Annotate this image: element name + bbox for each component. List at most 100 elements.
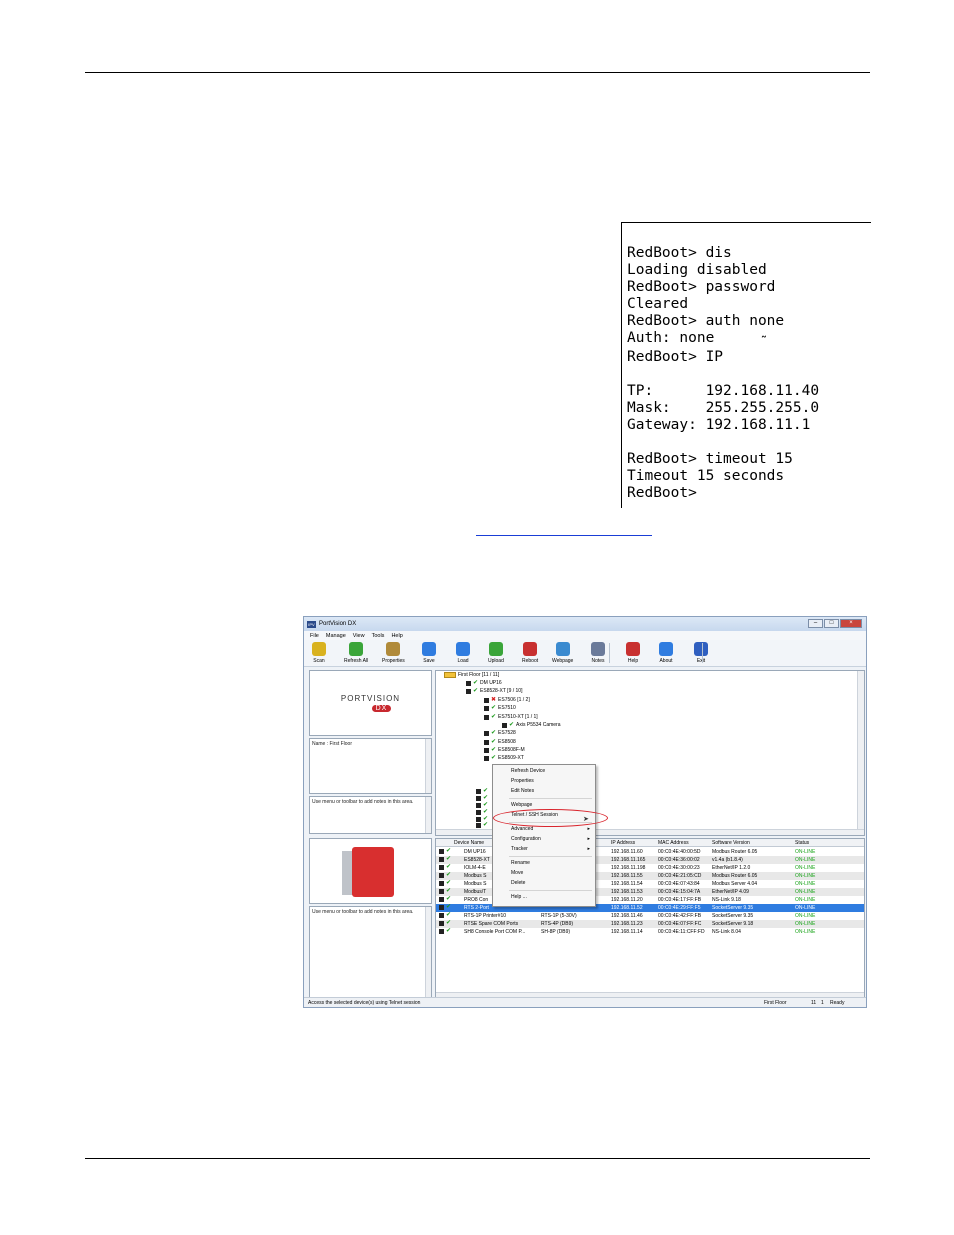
minimize-button[interactable]: – [808, 619, 823, 628]
maximize-button[interactable]: □ [824, 619, 839, 628]
context-item-edit-notes[interactable]: Edit Notes [511, 788, 534, 794]
menu-manage[interactable]: Manage [326, 633, 346, 639]
context-item-move[interactable]: Move [511, 870, 523, 876]
context-item-advanced[interactable]: Advanced [511, 826, 533, 832]
terminal-line: RedBoot> IP [627, 349, 724, 365]
app-logo-icon: IPV [307, 620, 316, 628]
tree-node[interactable]: ✖ ES7506 [1 / 2] [484, 697, 530, 703]
tree-node-partial[interactable]: ✔ [476, 809, 488, 815]
webpage-icon [555, 642, 570, 656]
tree-node[interactable]: ✔ DM UP16 [466, 680, 502, 686]
cell-ip: 192.168.11.54 [611, 881, 643, 887]
toolbar-upload-button[interactable]: Upload [488, 642, 504, 664]
menu-tools[interactable]: Tools [372, 633, 385, 639]
tree-node[interactable]: ✔ ES7528 [484, 730, 516, 736]
context-item-rename[interactable]: Rename [511, 860, 530, 866]
toolbar-scan-button[interactable]: Scan [312, 642, 326, 664]
toolbar-notes-button[interactable]: Notes [591, 642, 605, 664]
menu-help[interactable]: Help [391, 633, 402, 639]
load-icon [456, 642, 470, 656]
footer-rule [85, 1158, 870, 1159]
column-header[interactable]: IP Address [611, 840, 635, 846]
context-item-properties[interactable]: Properties [511, 778, 534, 784]
tree-node[interactable]: ✔ ES7510 [484, 705, 516, 711]
toolbar-refresh-all-button[interactable]: Refresh All [344, 642, 368, 664]
status-count-b: 1 [821, 1000, 824, 1006]
terminal-line: RedBoot> password [627, 279, 776, 295]
device-icon [439, 865, 444, 870]
status-message: Access the selected device(s) using Teln… [308, 1000, 421, 1006]
toolbar-help-button[interactable]: Help [626, 642, 640, 664]
column-header[interactable]: Software Version [712, 840, 750, 846]
menu-file[interactable]: File [310, 633, 319, 639]
toolbar-exit-button[interactable]: Exit [694, 642, 708, 664]
status-state: Ready [830, 1000, 845, 1006]
notes-scrollbar[interactable] [425, 797, 431, 833]
toolbar-load-button[interactable]: Load [456, 642, 470, 664]
check-icon: ✔ [446, 856, 452, 862]
tree-node[interactable]: ✔ ES8509-XT [484, 755, 524, 761]
tree-node-partial[interactable]: ✔ [476, 802, 488, 808]
cell-status: ON-LINE [795, 913, 816, 919]
cell-status: ON-LINE [795, 905, 816, 911]
tree-node[interactable]: First Floor [11 / 11] [444, 672, 499, 678]
close-button[interactable]: × [840, 619, 862, 628]
terminal-line: Auth: none [627, 330, 715, 346]
column-header[interactable]: MAC Address [658, 840, 689, 846]
tree-node[interactable]: ✔ Axis P5534 Camera [502, 722, 561, 728]
notes-panel-bottom[interactable]: Use menu or toolbar to add notes in this… [309, 906, 432, 1000]
table-row[interactable]: ✔ SH8 Console Port COM P... SH-8P (DB9) 192… [436, 928, 864, 936]
check-icon: ✔ [473, 687, 479, 694]
tree-node-partial[interactable]: ✔ [476, 788, 488, 794]
tree-node[interactable]: ✔ ES8508 [484, 739, 516, 745]
cell-name: PRO8 Con [464, 897, 489, 903]
tree-node-partial[interactable]: ✔ [476, 795, 489, 801]
toolbar-about-button[interactable]: About [659, 642, 673, 664]
device-icon [476, 823, 481, 828]
cell-ip: 192.168.11.198 [611, 865, 646, 871]
table-row[interactable]: ✔ RTS-1P Printer#10 RTS-1P (5-30V) 192.168.… [436, 912, 864, 920]
context-item-help[interactable]: Help ... [511, 894, 527, 900]
column-header[interactable]: Status [795, 840, 809, 846]
context-item-webpage[interactable]: Webpage [511, 802, 532, 808]
toolbar-save-button[interactable]: Save [422, 642, 436, 664]
check-icon: ✔ [491, 746, 497, 753]
cell-name: Modbus/T [464, 889, 487, 895]
menu-view[interactable]: View [353, 633, 365, 639]
toolbar-reboot-button[interactable]: Reboot [522, 642, 538, 664]
check-icon: ✔ [446, 920, 452, 926]
toolbar-properties-button[interactable]: Properties [382, 642, 405, 664]
tree-node[interactable]: ✔ ES8528-XT [9 / 10] [466, 688, 522, 694]
toolbar-webpage-button[interactable]: Webpage [552, 642, 573, 664]
cell-mac: 00:C0:4E:17:FF:FB [658, 897, 702, 903]
check-icon: ✔ [491, 754, 497, 761]
toolbar-label: Reboot [522, 658, 539, 664]
tree-scrollbar[interactable] [857, 671, 864, 835]
tree-node-partial[interactable]: ✔ [476, 822, 489, 828]
context-item-tracker[interactable]: Tracker [511, 846, 528, 852]
column-header[interactable]: Device Name [454, 840, 484, 846]
check-icon: ✔ [483, 822, 489, 828]
check-icon: ✔ [446, 848, 452, 854]
notes-bottom-scrollbar[interactable] [425, 907, 431, 999]
table-row[interactable]: ✔ RTSE Spare COM Ports RTS-4P (DB9) 192.168… [436, 920, 864, 928]
terminal-cursor: ˜ [760, 335, 768, 350]
device-icon [466, 688, 471, 694]
cell-model: SH-8P (DB9) [541, 929, 571, 935]
context-item-delete[interactable]: Delete [511, 880, 525, 886]
cell-ip: 192.168.11.55 [611, 873, 643, 879]
cell-sw: SocketServer 9.35 [712, 905, 754, 911]
context-item-refresh-device[interactable]: Refresh Device [511, 768, 545, 774]
hyperlink[interactable] [476, 528, 652, 540]
check-icon: ✔ [483, 795, 489, 801]
context-item-configuration[interactable]: Configuration [511, 836, 541, 842]
properties-scrollbar[interactable] [425, 739, 431, 793]
header-rule [85, 72, 870, 73]
tree-node[interactable]: ✔ ES7510-XT [1 / 1] [484, 714, 538, 720]
device-icon [484, 739, 489, 745]
check-icon: ✔ [446, 864, 452, 870]
check-icon: ✔ [446, 928, 452, 934]
left-pane: PORTVISION DX Name : First Floor Use men… [309, 670, 432, 1000]
tree-node[interactable]: ✔ ES8508F-M [484, 747, 525, 753]
notes-panel-top[interactable]: Use menu or toolbar to add notes in this… [309, 796, 432, 834]
